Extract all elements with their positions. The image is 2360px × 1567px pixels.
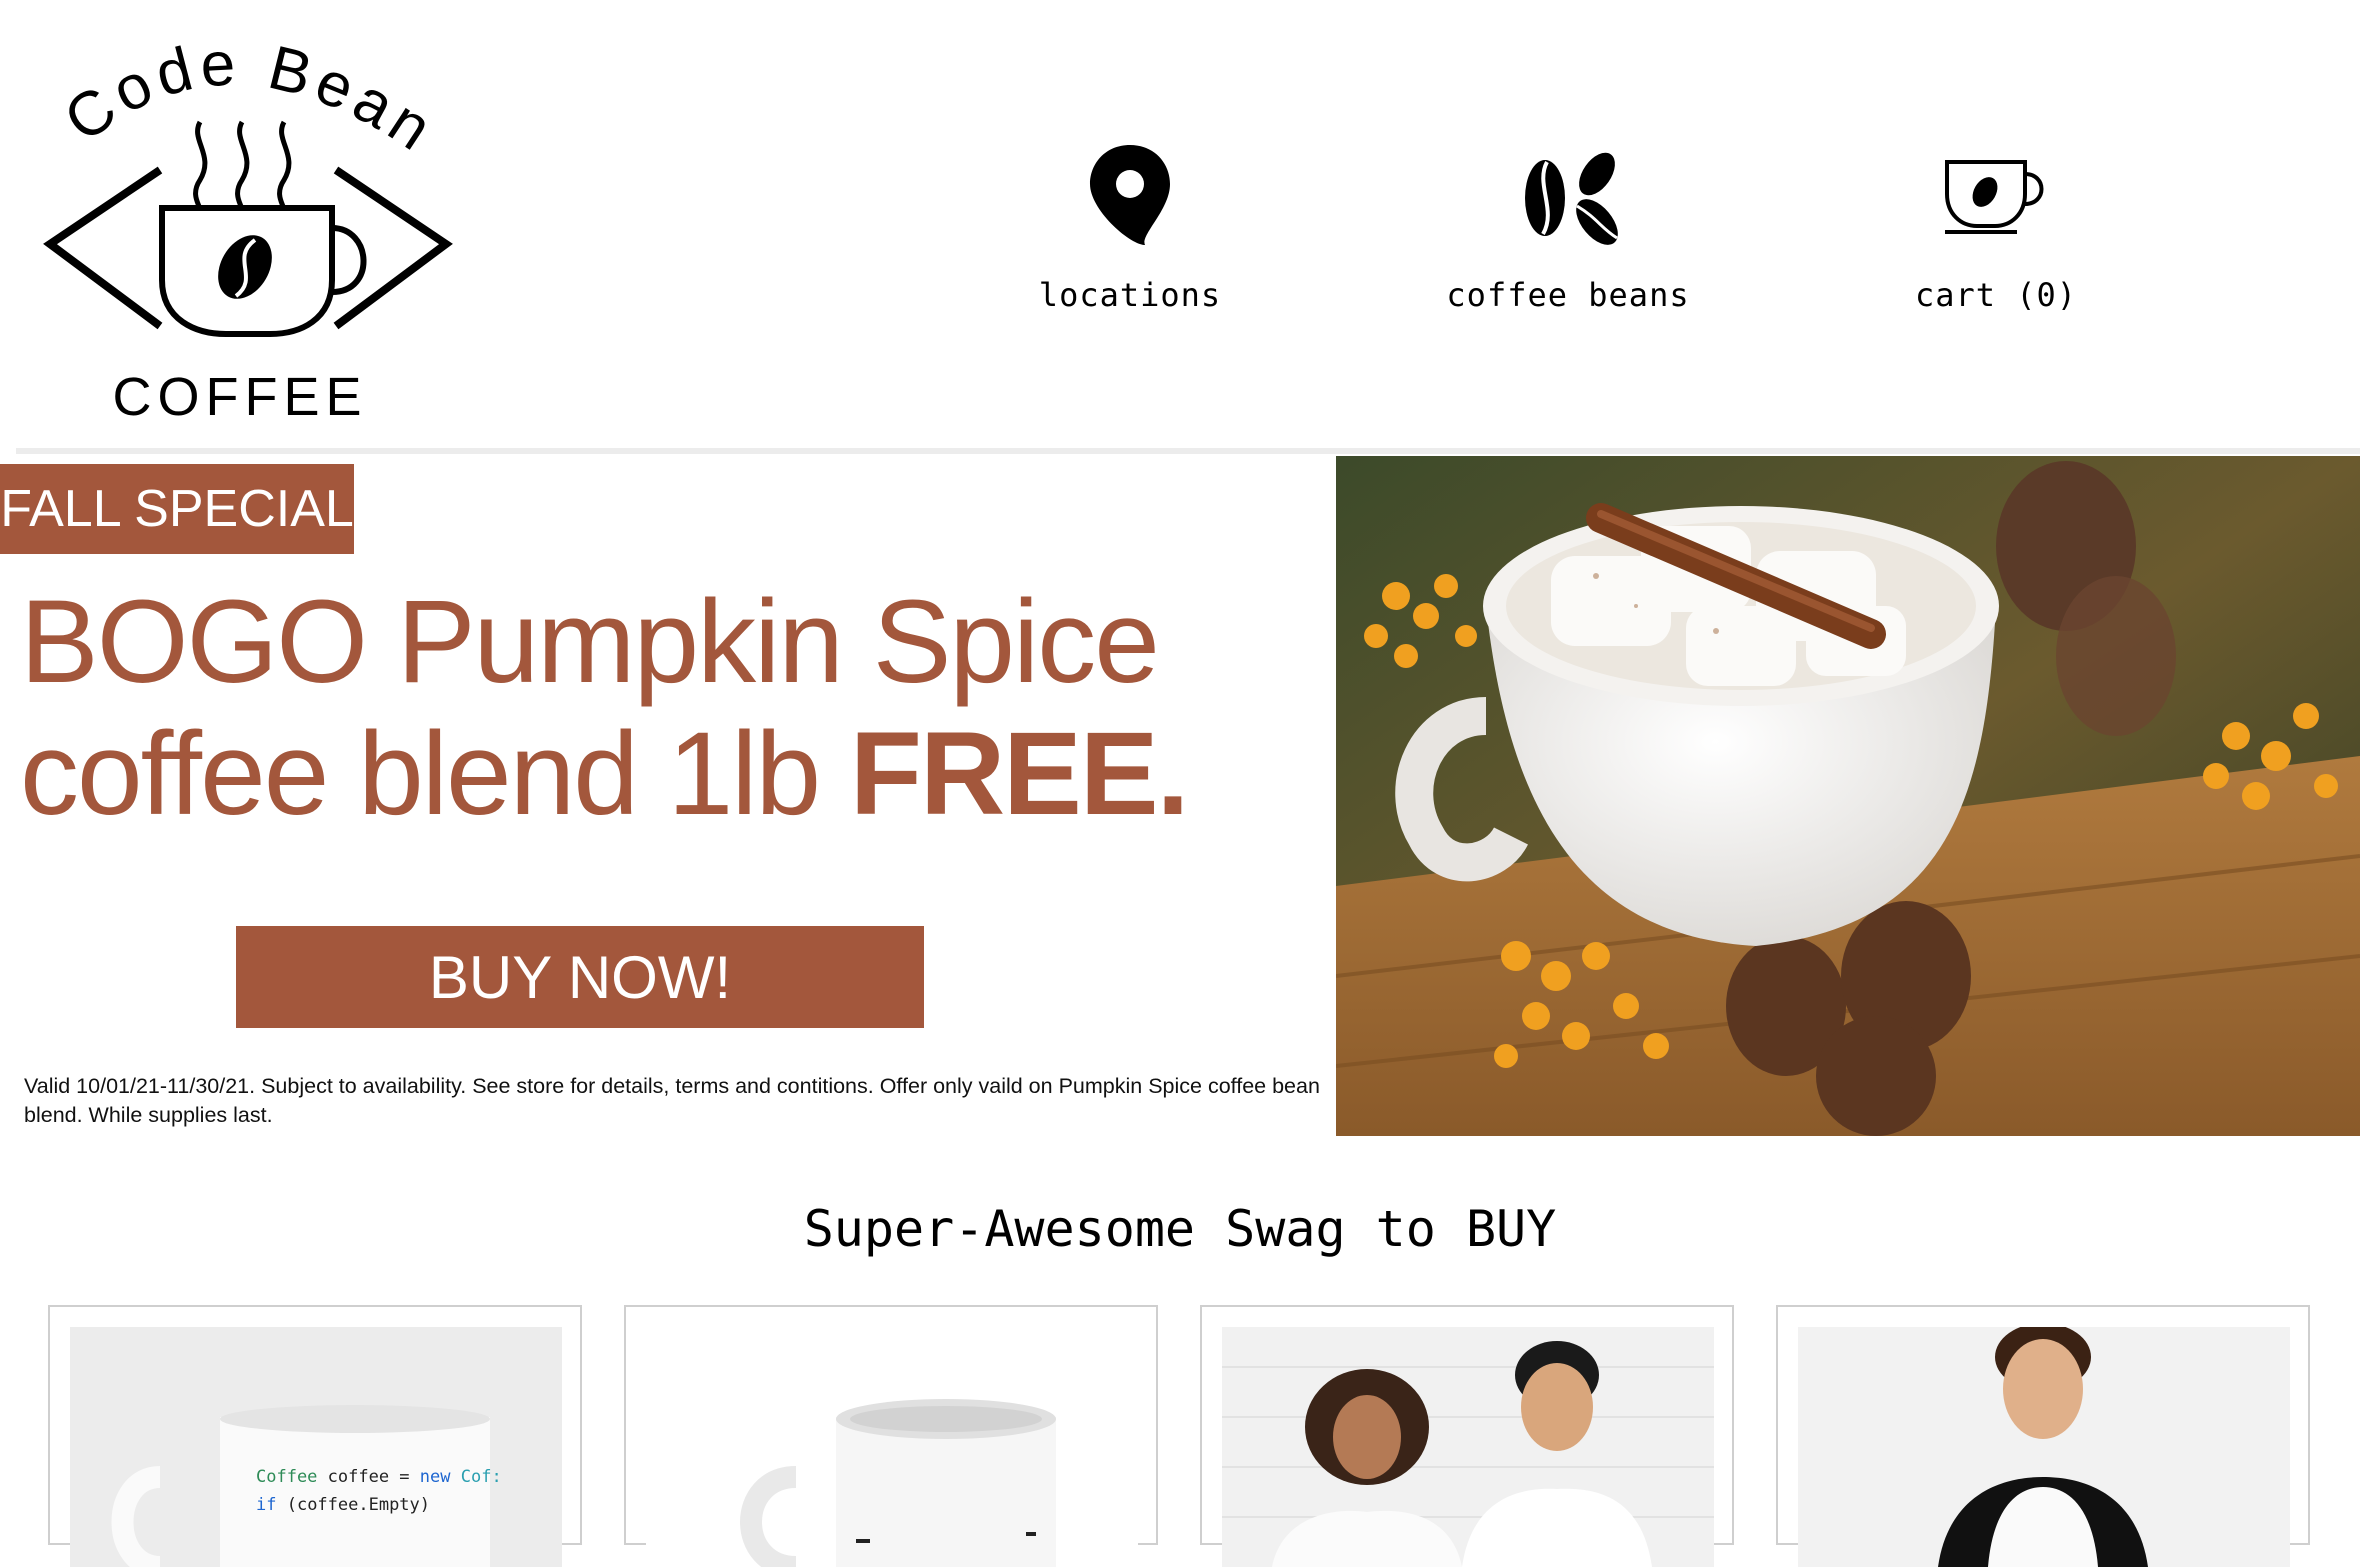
swag-section-title: Super-Awesome Swag to BUY bbox=[803, 1200, 1557, 1258]
location-pin-icon bbox=[1090, 145, 1170, 245]
nav-cart[interactable]: cart (0) bbox=[1836, 140, 2156, 314]
header-divider bbox=[16, 448, 2360, 454]
product-image-raglan-tshirt bbox=[1798, 1327, 2290, 1567]
logo-top-text: Code Bean bbox=[52, 29, 442, 167]
fall-special-banner: FALL SPECIAL BOGO Pumpkin Spice coffee b… bbox=[0, 456, 2360, 1138]
nav-locations[interactable]: locations bbox=[970, 140, 1290, 314]
logo-graphic: Code Bean COFFEE bbox=[43, 29, 453, 427]
promo-headline-free: FREE. bbox=[849, 708, 1189, 840]
promo-headline: BOGO Pumpkin Spice coffee blend 1lb FREE… bbox=[20, 576, 1300, 840]
promo-headline-line2: coffee blend 1lb FREE. bbox=[20, 708, 1300, 840]
product-card-raglan-tshirt[interactable] bbox=[1776, 1305, 2310, 1567]
site-header: Code Bean COFFEE locations coffee beans … bbox=[0, 0, 2360, 448]
product-card-couple-tshirts[interactable] bbox=[1200, 1305, 1734, 1567]
promo-headline-line1: BOGO Pumpkin Spice bbox=[20, 576, 1160, 708]
white-mug-graphic bbox=[646, 1327, 1138, 1567]
svg-text:Code Bean: Code Bean bbox=[52, 30, 448, 167]
product-card-white-mug[interactable] bbox=[624, 1305, 1158, 1567]
promo-fine-print: Valid 10/01/21-11/30/21. Subject to avai… bbox=[24, 1074, 1320, 1127]
nav-coffee-beans[interactable]: coffee beans bbox=[1408, 140, 1728, 314]
logo-bottom-text: COFFEE bbox=[112, 367, 367, 427]
swag-product-grid: Coffee coffee = new Cof: if (coffee.Empt… bbox=[0, 1305, 2360, 1567]
raglan-tshirt-graphic bbox=[1798, 1327, 2290, 1567]
fall-special-tag: FALL SPECIAL bbox=[0, 464, 354, 554]
nav-coffee-beans-label: coffee beans bbox=[1446, 276, 1690, 314]
code-mug-line2: if (coffee.Empty) bbox=[256, 1495, 430, 1515]
code-mug-graphic: Coffee coffee = new Cof: if (coffee.Empt… bbox=[70, 1327, 562, 1567]
product-image-white-mug bbox=[646, 1327, 1138, 1567]
couple-tshirts-graphic bbox=[1222, 1327, 1714, 1567]
nav-cart-label: cart (0) bbox=[1914, 276, 2078, 314]
promo-headline-line2-regular: coffee blend 1lb bbox=[20, 708, 850, 840]
product-card-code-mug[interactable]: Coffee coffee = new Cof: if (coffee.Empt… bbox=[48, 1305, 582, 1567]
coffee-cup-cart-icon bbox=[1945, 160, 2044, 234]
pumpkin-spice-mug-photo bbox=[1336, 456, 2360, 1136]
buy-now-button[interactable]: BUY NOW! bbox=[236, 926, 924, 1028]
product-image-couple-tshirts bbox=[1222, 1327, 1714, 1567]
code-bean-logo[interactable]: Code Bean COFFEE bbox=[30, 29, 470, 430]
product-image-code-mug: Coffee coffee = new Cof: if (coffee.Empt… bbox=[70, 1327, 562, 1567]
nav-locations-label: locations bbox=[1038, 276, 1222, 314]
code-mug-line1: Coffee coffee = new Cof: bbox=[256, 1467, 502, 1487]
coffee-beans-icon bbox=[1525, 152, 1618, 245]
hero-photo-graphic bbox=[1336, 456, 2360, 1136]
